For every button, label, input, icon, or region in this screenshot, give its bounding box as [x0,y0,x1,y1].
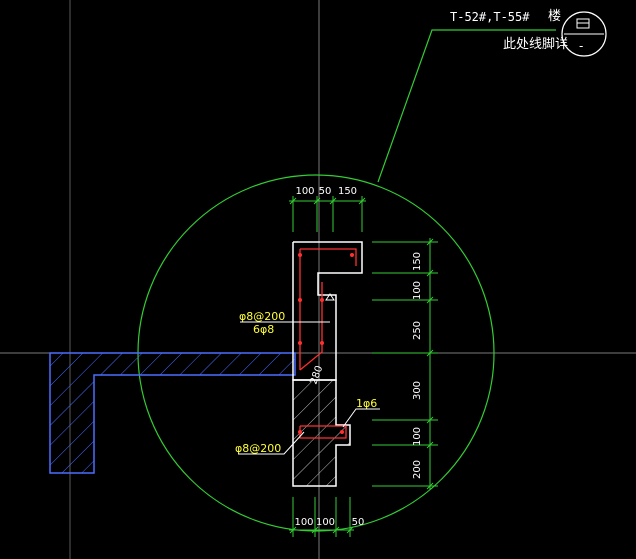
bottom-dimension-label: 100 [294,517,313,528]
detail-bubble-icon [576,18,590,29]
top-dimension-label: 50 [319,186,332,197]
sheet-reference: T-52#,T-55# [450,10,530,24]
top-dimension-label: 150 [338,186,357,197]
top-dimension-label: 100 [295,186,314,197]
top-dimension-chain: 100 50 150 [289,186,366,232]
right-dimension-label: 100 [412,281,423,300]
leader-line [377,29,556,183]
right-dimension-chain: 150 100 250 300 100 200 [372,238,438,490]
detail-note: 此处线脚详 [503,36,568,52]
detail-bubble-number: - [579,39,583,53]
right-dimension-label: 300 [412,381,423,400]
right-dimension-label: 200 [412,460,423,479]
rebar-label-upper-stirrup: φ8@200 [239,310,285,323]
rebar-label-bottom-bar: 1φ6 [356,397,377,410]
right-dimension-label: 250 [412,321,423,340]
cad-drawing-canvas[interactable]: T-52#,T-55# 楼 此处线脚详 - φ8@200 6φ8 φ8@200 … [0,0,636,559]
right-dimension-label: 150 [412,252,423,271]
floor-slab-section[interactable] [49,352,296,474]
rebar-label-long-bars: 6φ8 [253,323,274,336]
rebar-upper-stirrup [300,248,357,266]
molding-upper-outline[interactable] [292,241,363,381]
bottom-dimension-label: 50 [352,517,365,528]
floor-label: 楼 [548,9,561,24]
rebar-label-lower-stirrup: φ8@200 [235,442,281,455]
bottom-dimension-label: 100 [316,517,335,528]
right-dimension-label: 100 [412,427,423,446]
